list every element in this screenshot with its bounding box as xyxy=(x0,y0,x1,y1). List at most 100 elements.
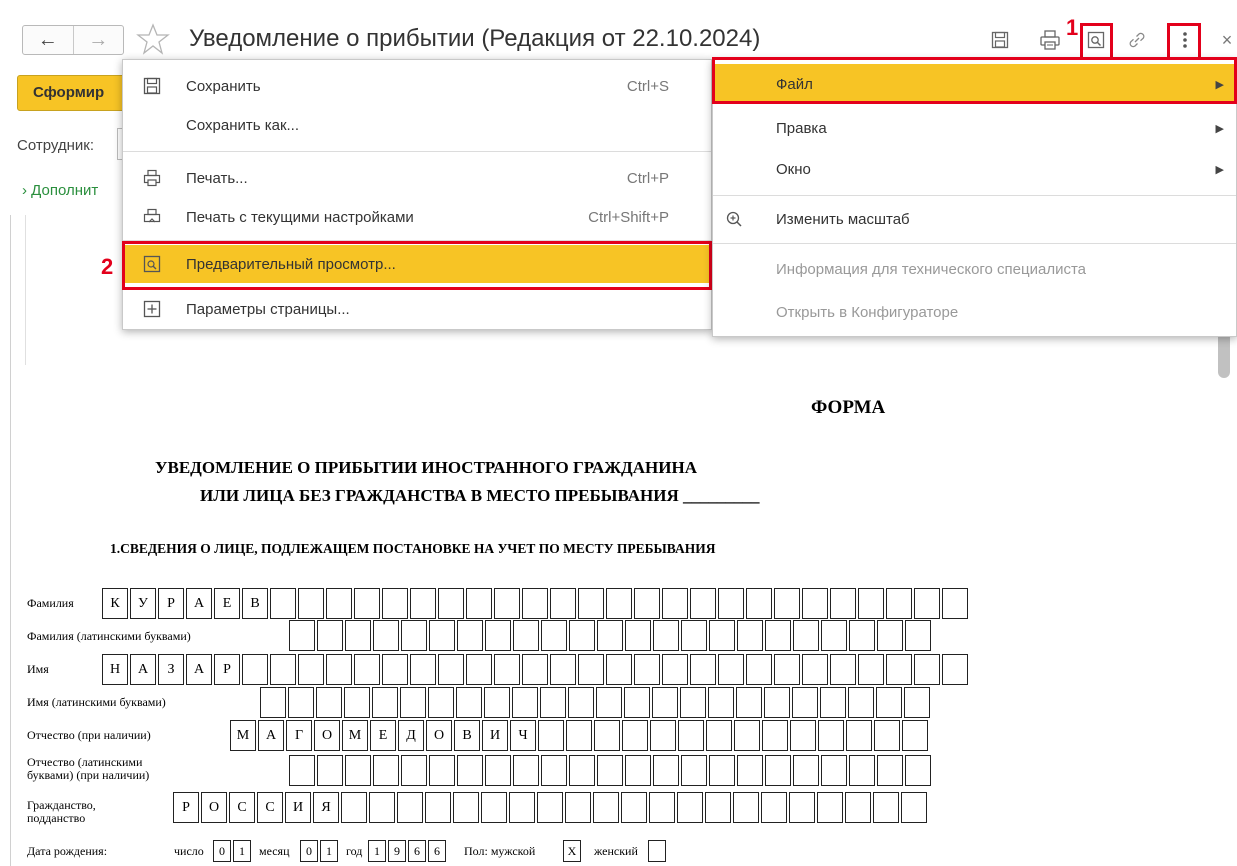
menu-item-label: Открыть в Конфигураторе xyxy=(776,303,959,321)
menu-item-save-as[interactable]: Сохранить как... xyxy=(123,106,711,144)
additional-link[interactable]: › Дополнит xyxy=(22,182,98,199)
employee-label: Сотрудник: xyxy=(17,137,95,154)
letter-cell: Я xyxy=(313,792,339,823)
forward-button[interactable]: → xyxy=(72,26,124,54)
letter-cell xyxy=(802,588,828,619)
letter-cell: З xyxy=(158,654,184,685)
letter-cell: Р xyxy=(173,792,199,823)
menu-separator xyxy=(123,151,711,152)
letter-cell xyxy=(706,720,732,751)
back-button[interactable]: ← xyxy=(23,26,73,54)
letter-cell xyxy=(401,620,427,651)
menu-item-open-configurator: Открыть в Конфигураторе xyxy=(713,293,1236,331)
letter-cell: А xyxy=(186,654,212,685)
letter-cell xyxy=(410,654,436,685)
letter-cell: 1 xyxy=(368,840,386,862)
menu-item-edit[interactable]: Правка ▶ xyxy=(713,109,1236,147)
menu-item-save[interactable]: Сохранить Ctrl+S xyxy=(123,67,711,105)
doc-section-1: 1.СВЕДЕНИЯ О ЛИЦЕ, ПОДЛЕЖАЩЕМ ПОСТАНОВКЕ… xyxy=(110,541,716,556)
menu-item-page-setup[interactable]: Параметры страницы... xyxy=(123,290,711,328)
letter-cell xyxy=(438,654,464,685)
letter-cell xyxy=(593,792,619,823)
letter-cell xyxy=(541,620,567,651)
generate-button[interactable]: Сформир xyxy=(17,75,129,111)
letter-cell: А xyxy=(186,588,212,619)
letter-cell xyxy=(453,792,479,823)
menu-item-window[interactable]: Окно ▶ xyxy=(713,150,1236,188)
letter-cell xyxy=(709,620,735,651)
favorite-star-icon[interactable] xyxy=(136,22,170,56)
letter-cell: А xyxy=(130,654,156,685)
letter-cell xyxy=(858,654,884,685)
letter-cell: В xyxy=(242,588,268,619)
menu-item-label: Правка xyxy=(776,119,827,137)
letter-cell xyxy=(289,755,315,786)
letter-cell: 1 xyxy=(320,840,338,862)
letter-cell xyxy=(401,755,427,786)
cells-day: 01 xyxy=(213,840,253,866)
letter-cell xyxy=(718,588,744,619)
letter-cell xyxy=(774,588,800,619)
letter-cell xyxy=(649,792,675,823)
letter-cell xyxy=(326,588,352,619)
letter-cell xyxy=(522,654,548,685)
menu-item-tech-info: Информация для технического специалиста xyxy=(713,250,1236,288)
letter-cell xyxy=(429,620,455,651)
letter-cell xyxy=(568,687,594,718)
letter-cell xyxy=(876,687,902,718)
menu-item-print[interactable]: Печать... Ctrl+P xyxy=(123,159,711,197)
letter-cell xyxy=(345,620,371,651)
letter-cell: О xyxy=(314,720,340,751)
menu-separator xyxy=(713,195,1236,196)
cells-citizenship: РОССИЯ xyxy=(173,792,929,823)
letter-cell: Р xyxy=(158,588,184,619)
letter-cell xyxy=(849,620,875,651)
letter-cell xyxy=(494,654,520,685)
link-icon[interactable] xyxy=(1123,26,1151,54)
menu-item-label: Изменить масштаб xyxy=(776,210,910,228)
letter-cell xyxy=(410,588,436,619)
letter-cell xyxy=(260,687,286,718)
letter-cell xyxy=(596,687,622,718)
label-patronymic-lat-2: буквами) (при наличии) xyxy=(27,768,150,782)
letter-cell: Н xyxy=(102,654,128,685)
letter-cell xyxy=(818,720,844,751)
letter-cell xyxy=(317,755,343,786)
letter-cell: С xyxy=(257,792,283,823)
letter-cell: И xyxy=(285,792,311,823)
letter-cell xyxy=(289,620,315,651)
cells-patronymic-lat xyxy=(289,755,933,786)
letter-cell xyxy=(858,588,884,619)
letter-cell xyxy=(512,687,538,718)
letter-cell xyxy=(821,755,847,786)
close-icon[interactable]: × xyxy=(1213,26,1237,54)
letter-cell xyxy=(820,687,846,718)
title-bar: ← → Уведомление о прибытии (Редакция от … xyxy=(0,0,1237,62)
label-patronymic: Отчество (при наличии) xyxy=(27,728,151,742)
print-settings-icon xyxy=(143,208,161,223)
letter-cell xyxy=(877,620,903,651)
letter-cell xyxy=(372,687,398,718)
letter-cell xyxy=(802,654,828,685)
menu-item-zoom[interactable]: Изменить масштаб xyxy=(713,200,1236,238)
menu-item-print-current[interactable]: Печать с текущими настройками Ctrl+Shift… xyxy=(123,198,711,236)
letter-cell: С xyxy=(229,792,255,823)
letter-cell xyxy=(540,687,566,718)
letter-cell xyxy=(466,588,492,619)
letter-cell: Е xyxy=(214,588,240,619)
menu-item-label: Информация для технического специалиста xyxy=(776,260,1087,278)
letter-cell xyxy=(298,654,324,685)
label-sex-female: женский xyxy=(594,844,638,858)
menu-item-shortcut: Ctrl+S xyxy=(626,77,669,95)
submenu-arrow-icon: ▶ xyxy=(1215,163,1224,176)
letter-cell: Р xyxy=(214,654,240,685)
letter-cell xyxy=(830,654,856,685)
letter-cell xyxy=(790,720,816,751)
letter-cell xyxy=(734,720,760,751)
male-checkbox: X xyxy=(563,840,581,862)
letter-cell xyxy=(653,620,679,651)
letter-cell xyxy=(485,755,511,786)
letter-cell xyxy=(942,588,968,619)
print-icon[interactable] xyxy=(1036,26,1064,54)
save-icon[interactable] xyxy=(986,26,1014,54)
